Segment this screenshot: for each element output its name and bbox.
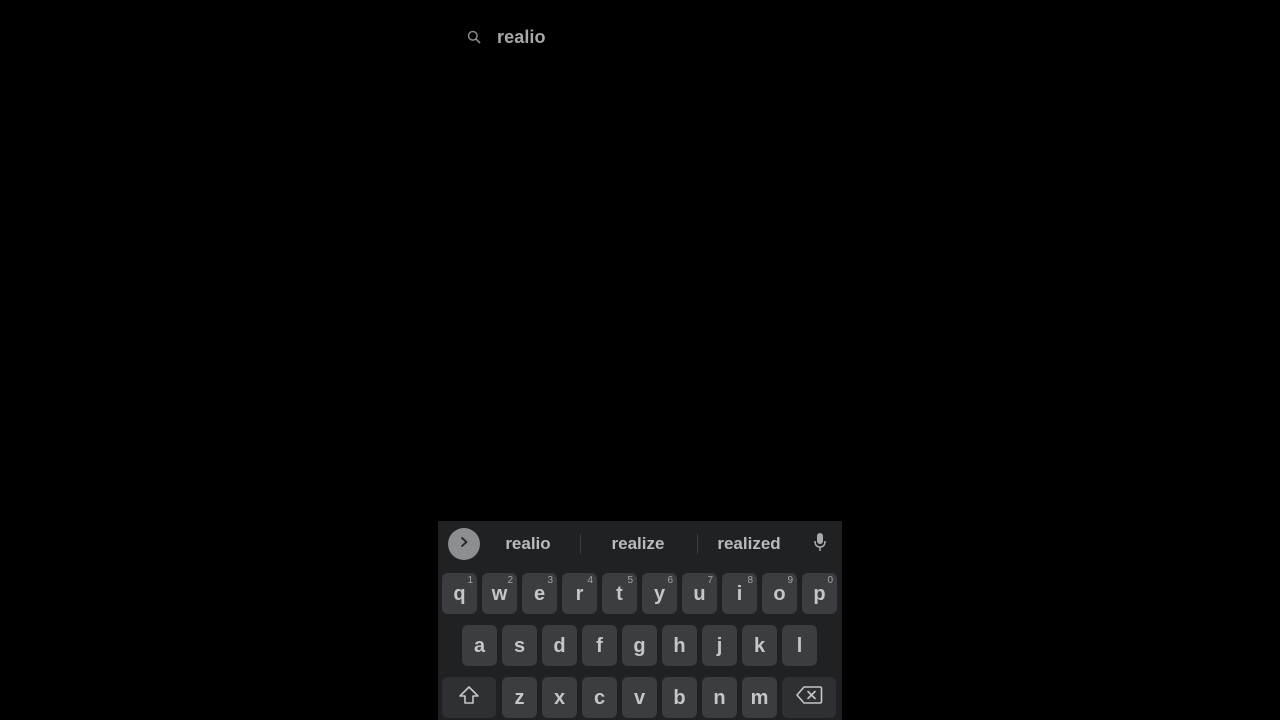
key-r[interactable]: r 4 — [562, 573, 597, 614]
key-p[interactable]: p 0 — [802, 573, 837, 614]
key-y[interactable]: y 6 — [642, 573, 677, 614]
suggestion-2[interactable]: realize — [596, 532, 680, 556]
on-screen-keyboard: realio realize realized q 1 w 2 e 3 r 4 … — [438, 521, 842, 720]
backspace-icon — [795, 685, 823, 711]
key-label: a — [473, 634, 486, 657]
key-s[interactable]: s — [502, 625, 537, 666]
key-g[interactable]: g — [622, 625, 657, 666]
key-label: y — [653, 582, 666, 605]
suggestion-3[interactable]: realized — [704, 532, 794, 556]
key-q[interactable]: q 1 — [442, 573, 477, 614]
key-j[interactable]: j — [702, 625, 737, 666]
key-label: q — [453, 582, 466, 605]
key-label: i — [736, 582, 743, 605]
key-w[interactable]: w 2 — [482, 573, 517, 614]
key-m[interactable]: m — [742, 677, 777, 718]
key-a[interactable]: a — [462, 625, 497, 666]
key-v[interactable]: v — [622, 677, 657, 718]
search-input[interactable]: realio — [497, 27, 546, 48]
key-label: v — [633, 686, 646, 709]
key-l[interactable]: l — [782, 625, 817, 666]
chevron-right-icon — [457, 535, 471, 554]
search-bar[interactable]: realio — [466, 24, 826, 50]
key-label: p — [813, 582, 826, 605]
key-f[interactable]: f — [582, 625, 617, 666]
key-i[interactable]: i 8 — [722, 573, 757, 614]
key-label: w — [491, 582, 508, 605]
key-label: c — [593, 686, 606, 709]
shift-icon — [458, 685, 480, 711]
key-hint: 5 — [627, 575, 633, 586]
key-h[interactable]: h — [662, 625, 697, 666]
key-label: n — [713, 686, 726, 709]
key-hint: 4 — [587, 575, 593, 586]
key-n[interactable]: n — [702, 677, 737, 718]
key-label: k — [753, 634, 766, 657]
key-hint: 0 — [827, 575, 833, 586]
expand-toolbar-button[interactable] — [448, 528, 480, 560]
key-z[interactable]: z — [502, 677, 537, 718]
key-label: z — [514, 686, 525, 709]
key-label: j — [716, 634, 723, 657]
key-hint: 7 — [707, 575, 713, 586]
key-b[interactable]: b — [662, 677, 697, 718]
key-hint: 1 — [467, 575, 473, 586]
page: realio realio realize realized q 1 w 2 e… — [0, 0, 1280, 720]
key-label: u — [693, 582, 706, 605]
key-label: r — [575, 582, 584, 605]
suggestion-1[interactable]: realio — [484, 532, 572, 556]
key-c[interactable]: c — [582, 677, 617, 718]
microphone-icon — [813, 532, 827, 557]
shift-key[interactable] — [442, 677, 496, 718]
search-icon — [466, 29, 482, 45]
suggestion-bar: realio realize realized — [438, 521, 842, 567]
key-label: x — [553, 686, 566, 709]
key-hint: 3 — [547, 575, 553, 586]
key-label: o — [773, 582, 786, 605]
key-label: l — [796, 634, 803, 657]
key-label: b — [673, 686, 686, 709]
suggestion-divider — [580, 534, 581, 554]
key-label: d — [553, 634, 566, 657]
key-u[interactable]: u 7 — [682, 573, 717, 614]
key-k[interactable]: k — [742, 625, 777, 666]
key-label: f — [596, 634, 603, 657]
key-label: t — [616, 582, 623, 605]
key-x[interactable]: x — [542, 677, 577, 718]
key-hint: 6 — [667, 575, 673, 586]
suggestion-divider — [697, 534, 698, 554]
key-hint: 9 — [787, 575, 793, 586]
key-label: s — [513, 634, 526, 657]
key-hint: 2 — [507, 575, 513, 586]
backspace-key[interactable] — [782, 677, 836, 718]
key-hint: 8 — [747, 575, 753, 586]
key-d[interactable]: d — [542, 625, 577, 666]
key-t[interactable]: t 5 — [602, 573, 637, 614]
key-label: m — [750, 686, 769, 709]
key-label: g — [633, 634, 646, 657]
key-label: e — [533, 582, 546, 605]
key-e[interactable]: e 3 — [522, 573, 557, 614]
key-o[interactable]: o 9 — [762, 573, 797, 614]
voice-input-button[interactable] — [810, 532, 830, 556]
key-label: h — [673, 634, 686, 657]
